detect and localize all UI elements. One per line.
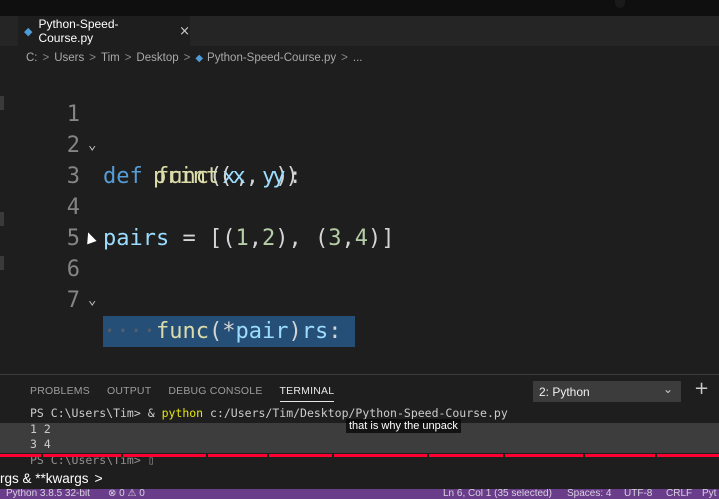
terminal-select-value: 2: Python: [539, 384, 590, 399]
punct: ): [288, 319, 302, 344]
code-line: 1 ⌄ def func(x, y):: [0, 68, 719, 189]
breadcrumb-item[interactable]: Tim: [101, 52, 120, 64]
chevron-right-icon: >: [341, 52, 348, 64]
video-top-strip: [0, 0, 719, 16]
status-cursor-position[interactable]: Ln 6, Col 1 (35 selected): [443, 489, 552, 499]
tab-output[interactable]: OUTPUT: [107, 385, 151, 402]
fold-chevron-icon[interactable]: ⌄: [88, 285, 96, 316]
chapter-divider: [583, 454, 585, 457]
chapter-divider: [121, 454, 123, 457]
status-problems[interactable]: ⊗ 0 ⚠ 0: [108, 489, 145, 499]
tab-python-speed-course[interactable]: ◆ Python-Speed-Course.py ×: [18, 16, 190, 46]
chevron-right-icon: >: [89, 52, 96, 64]
bottom-panel: PROBLEMS OUTPUT DEBUG CONSOLE TERMINAL 2…: [0, 374, 719, 499]
selected-code: ····func(*pair): [103, 316, 302, 347]
code-line: 7 ····func(*pair): [0, 254, 719, 347]
code-editor[interactable]: 1 ⌄ def func(x, y): 2 print(x, y) 3 4 pa…: [0, 68, 719, 373]
code-line: 5: [0, 192, 719, 251]
python-file-icon: ◆: [24, 24, 33, 38]
punct: :: [328, 319, 342, 344]
top-pill: [615, 0, 625, 8]
chapter-title[interactable]: rgs & **kwargs >: [0, 470, 103, 486]
status-bar: Python 3.8.5 32-bit ⊗ 0 ⚠ 0 Ln 6, Col 1 …: [0, 489, 719, 499]
breadcrumb-item[interactable]: Desktop: [136, 52, 178, 64]
indent-guide: ····: [103, 319, 156, 344]
status-language[interactable]: Pyt: [702, 489, 716, 499]
chapter-divider: [427, 454, 429, 457]
chapter-divider: [332, 454, 334, 457]
code-line: 6 ⌄ for pair in pairs:: [0, 223, 719, 347]
tab-problems[interactable]: PROBLEMS: [30, 385, 90, 402]
terminal-line: PS C:\Users\Tim> & python c:/Users/Tim/D…: [30, 406, 508, 420]
tab-label: Python-Speed-Course.py: [38, 17, 119, 45]
terminal-output: 1 2: [30, 422, 51, 436]
breadcrumb: C: > Users > Tim > Desktop > ◆ Python-Sp…: [26, 50, 362, 66]
plus-icon[interactable]: +: [694, 378, 709, 399]
video-progress-bar[interactable]: [0, 454, 719, 457]
terminal-output: 3 4: [30, 437, 51, 451]
chapter-divider: [41, 454, 43, 457]
chapter-label: rgs & **kwargs: [0, 471, 89, 486]
breadcrumb-item[interactable]: ...: [353, 52, 363, 64]
tab-terminal[interactable]: TERMINAL: [279, 385, 335, 402]
terminal-command: python: [161, 406, 204, 420]
editor-tab-bar: ◆ Python-Speed-Course.py ×: [0, 16, 719, 46]
chapter-divider: [655, 454, 657, 457]
code-line: 2 print(x, y): [0, 99, 719, 189]
chapter-divider: [503, 454, 505, 457]
line-number: 7: [66, 288, 80, 313]
breadcrumb-item[interactable]: C:: [26, 52, 38, 64]
chapter-divider: [267, 454, 269, 457]
status-encoding[interactable]: UTF-8: [624, 489, 652, 499]
terminal-prompt: PS C:\Users\Tim> &: [30, 406, 162, 420]
code-line: 4 pairs = [(1,2), (3,4)]: [0, 161, 719, 251]
status-indentation[interactable]: Spaces: 4: [567, 489, 611, 499]
video-caption: that is why the unpack: [346, 419, 461, 433]
chapter-divider: [206, 454, 208, 457]
terminal-path: c:/Users/Tim/Desktop/Python-Speed-Course…: [203, 406, 508, 420]
chevron-right-icon: >: [183, 52, 191, 64]
chevron-right-icon: >: [124, 52, 132, 64]
python-file-icon: ◆: [195, 52, 204, 64]
chevron-right-icon: >: [94, 470, 103, 486]
status-eol[interactable]: CRLF: [666, 489, 692, 499]
breadcrumb-item[interactable]: Users: [54, 52, 84, 64]
panel-tabs: PROBLEMS OUTPUT DEBUG CONSOLE TERMINAL: [30, 385, 351, 402]
close-icon[interactable]: ×: [179, 24, 190, 39]
tab-debug-console[interactable]: DEBUG CONSOLE: [168, 385, 262, 402]
chevron-down-icon: ⌄: [662, 382, 673, 396]
function-name: func: [155, 319, 209, 344]
code-line: 3: [0, 130, 719, 189]
terminal-select[interactable]: 2: Python ⌄: [533, 381, 681, 402]
punct: (*: [208, 319, 236, 344]
breadcrumb-item[interactable]: Python-Speed-Course.py: [207, 52, 336, 64]
status-python-version[interactable]: Python 3.8.5 32-bit: [6, 489, 90, 499]
chevron-right-icon: >: [42, 52, 50, 64]
variable: pair: [235, 319, 289, 344]
